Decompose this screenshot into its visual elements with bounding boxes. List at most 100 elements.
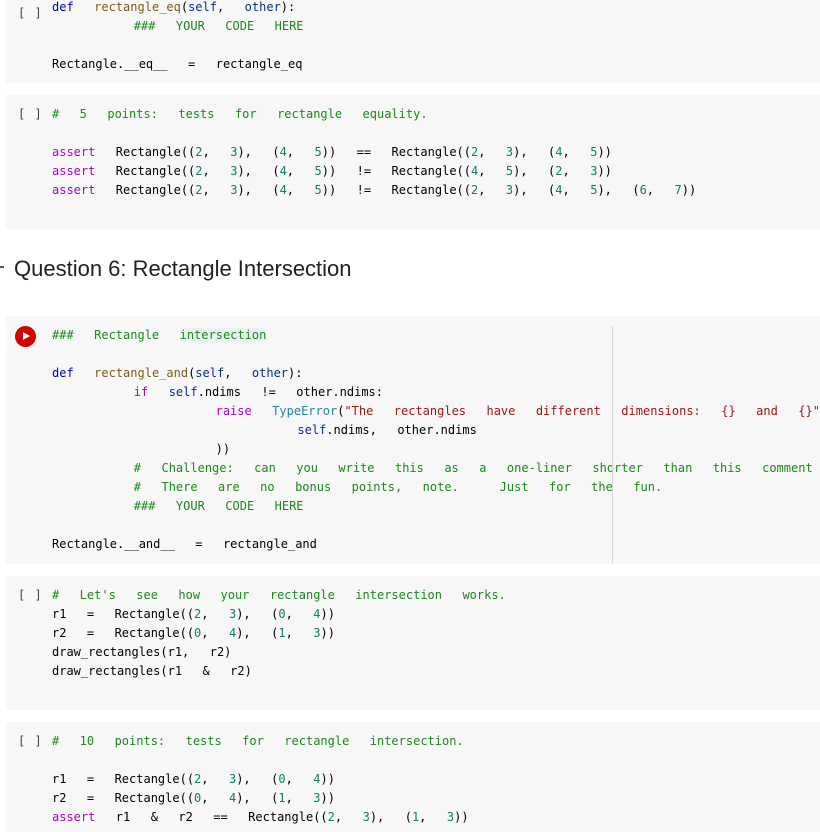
code-token: draw_rectangles(r1, r2) <box>52 645 231 659</box>
code-cell-intersection-tests[interactable]: [ ] # 10 points: tests for rectangle int… <box>6 722 820 832</box>
code-line[interactable]: assert Rectangle((2, 3), (4, 5)) != Rect… <box>52 162 696 181</box>
collapse-caret-icon[interactable] <box>0 266 4 268</box>
code-token: self <box>195 366 224 380</box>
code-token: 2 <box>195 183 202 197</box>
code-token: 4 <box>555 145 562 159</box>
code-line[interactable] <box>52 345 820 364</box>
code-editor[interactable]: # 10 points: tests for rectangle interse… <box>52 732 469 827</box>
code-line[interactable]: self.ndims, other.ndims <box>52 421 820 440</box>
code-line[interactable]: Rectangle.__and__ = rectangle_and <box>52 535 820 554</box>
code-token: assert <box>52 145 95 159</box>
code-token: ), ( <box>237 183 279 197</box>
code-token: , <box>217 0 245 14</box>
code-line[interactable]: assert Rectangle((2, 3), (4, 5)) == Rect… <box>52 143 696 162</box>
code-token: , <box>201 607 229 621</box>
code-token: )) <box>454 810 468 824</box>
code-token: 5 <box>314 164 321 178</box>
code-token: assert <box>52 810 95 824</box>
code-line[interactable]: if self.ndims != other.ndims: <box>52 383 820 402</box>
code-token: 3 <box>363 810 370 824</box>
code-editor[interactable]: # 5 points: tests for rectangle equality… <box>52 105 696 200</box>
cell-execution-count[interactable]: [ ] <box>18 734 43 748</box>
code-line[interactable] <box>52 36 304 55</box>
code-line[interactable] <box>52 124 696 143</box>
code-line[interactable]: draw_rectangles(r1, r2) <box>52 643 506 662</box>
code-token: r2 = Rectangle(( <box>52 626 194 640</box>
code-token: ), ( <box>236 626 278 640</box>
code-token: ), ( <box>236 791 278 805</box>
code-token: , <box>478 183 506 197</box>
code-line[interactable]: draw_rectangles(r1 & r2) <box>52 662 506 681</box>
code-token: # There are no bonus points, note. Just … <box>134 480 662 494</box>
code-token: , <box>201 626 229 640</box>
code-token: , <box>286 791 314 805</box>
code-cell-rectangle-and[interactable]: ### Rectangle intersection def rectangle_… <box>6 316 820 564</box>
code-token: 5 <box>314 145 321 159</box>
code-token: ), ( <box>513 145 555 159</box>
code-token: other <box>252 366 288 380</box>
code-token: , <box>203 164 231 178</box>
code-line[interactable]: # 5 points: tests for rectangle equality… <box>52 105 696 124</box>
code-token <box>74 366 94 380</box>
code-line[interactable]: # There are no bonus points, note. Just … <box>52 478 820 497</box>
code-token <box>148 385 168 399</box>
code-token: r1 = Rectangle(( <box>52 772 194 786</box>
code-token: )) == Rectangle(( <box>322 145 471 159</box>
code-token <box>52 385 134 399</box>
code-line[interactable]: )) <box>52 440 820 459</box>
code-token: , <box>478 164 506 178</box>
code-token: 4 <box>555 183 562 197</box>
code-token: 1 <box>278 791 285 805</box>
code-token: ), ( <box>236 607 278 621</box>
code-line[interactable]: assert Rectangle((2, 3), (4, 5)) != Rect… <box>52 181 696 200</box>
code-token: 6 <box>640 183 647 197</box>
code-line[interactable]: ### Rectangle intersection <box>52 326 820 345</box>
code-token: TypeError <box>272 404 337 418</box>
code-token: # 10 points: tests for rectangle interse… <box>52 734 464 748</box>
code-line[interactable]: r2 = Rectangle((0, 4), (1, 3)) <box>52 624 506 643</box>
code-line[interactable]: r1 = Rectangle((2, 3), (0, 4)) <box>52 605 506 624</box>
code-line[interactable]: # Challenge: can you write this as a one… <box>52 459 820 478</box>
code-token: ### YOUR CODE HERE <box>134 19 304 33</box>
code-token: 4 <box>280 164 287 178</box>
code-token: ): <box>281 0 295 14</box>
code-token: ( <box>181 0 188 14</box>
code-token: , <box>203 183 231 197</box>
code-cell-rectangle-eq[interactable]: [ ] def rectangle_eq(self, other): ### Y… <box>6 0 820 83</box>
code-token: ), ( <box>237 164 279 178</box>
code-token: Rectangle.__eq__ = rectangle_eq <box>52 57 302 71</box>
code-line[interactable] <box>52 516 820 535</box>
code-line[interactable]: Rectangle.__eq__ = rectangle_eq <box>52 55 304 74</box>
code-token: self <box>169 385 198 399</box>
code-token: if <box>134 385 148 399</box>
code-line[interactable]: raise TypeError("The rectangles have dif… <box>52 402 820 421</box>
code-token: r1 & r2 == Rectangle(( <box>95 810 327 824</box>
code-line[interactable]: # 10 points: tests for rectangle interse… <box>52 732 469 751</box>
code-line[interactable]: ### YOUR CODE HERE <box>52 497 820 516</box>
code-line[interactable]: r2 = Rectangle((0, 4), (1, 3)) <box>52 789 469 808</box>
code-editor[interactable]: def rectangle_eq(self, other): ### YOUR … <box>52 0 304 74</box>
code-line[interactable]: r1 = Rectangle((2, 3), (0, 4)) <box>52 770 469 789</box>
code-line[interactable]: ### YOUR CODE HERE <box>52 17 304 36</box>
code-token: , <box>286 772 314 786</box>
code-line[interactable]: def rectangle_eq(self, other): <box>52 0 304 17</box>
code-line[interactable] <box>52 751 469 770</box>
code-token: 1 <box>278 626 285 640</box>
cell-execution-count[interactable]: [ ] <box>18 6 43 20</box>
code-line[interactable]: def rectangle_and(self, other): <box>52 364 820 383</box>
code-cell-draw-intersection[interactable]: [ ] # Let's see how your rectangle inter… <box>6 576 820 710</box>
code-token: ), ( <box>370 810 412 824</box>
code-token: Rectangle(( <box>95 164 195 178</box>
cell-execution-count[interactable]: [ ] <box>18 588 43 602</box>
code-token <box>52 19 134 33</box>
code-token: )) != Rectangle(( <box>322 183 471 197</box>
code-line[interactable]: # Let's see how your rectangle intersect… <box>52 586 506 605</box>
cell-execution-count[interactable]: [ ] <box>18 107 43 121</box>
code-token: rectangle_eq <box>94 0 181 14</box>
code-cell-equality-tests[interactable]: [ ] # 5 points: tests for rectangle equa… <box>6 95 820 229</box>
code-editor[interactable]: ### Rectangle intersection def rectangle_… <box>52 326 820 554</box>
code-editor[interactable]: # Let's see how your rectangle intersect… <box>52 586 506 681</box>
code-token: assert <box>52 183 95 197</box>
code-line[interactable]: assert r1 & r2 == Rectangle((2, 3), (1, … <box>52 808 469 827</box>
run-cell-button[interactable] <box>15 326 36 347</box>
